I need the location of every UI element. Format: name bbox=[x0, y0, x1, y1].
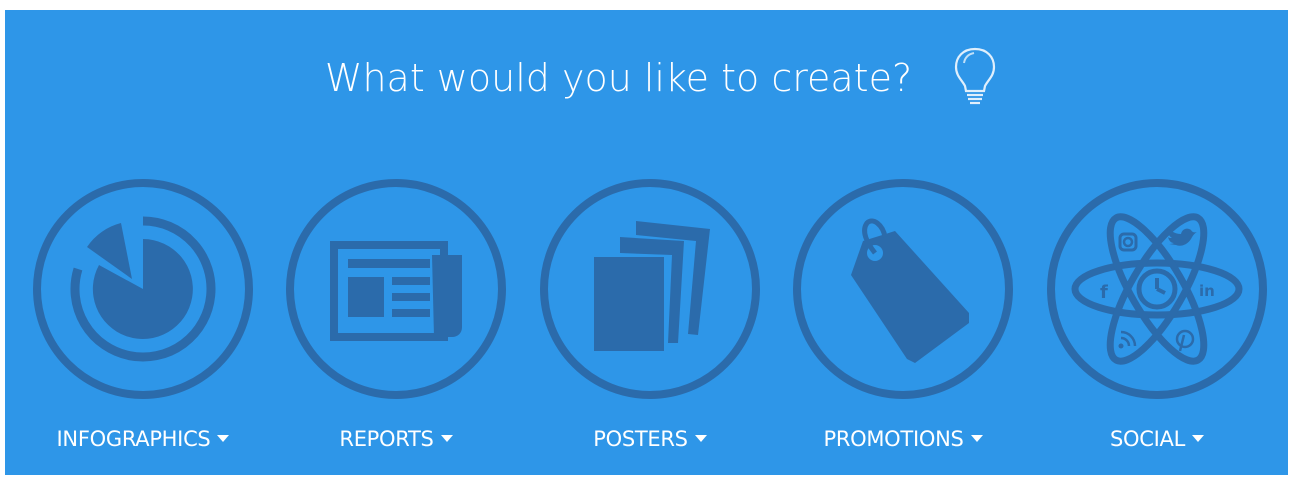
lightbulb-icon bbox=[955, 47, 996, 105]
option-promotions[interactable]: PROMOTIONS bbox=[783, 177, 1023, 467]
option-label[interactable]: INFOGRAPHICS bbox=[23, 427, 263, 451]
header: What would you like to create? bbox=[5, 47, 1288, 108]
caret-down-icon[interactable] bbox=[694, 434, 707, 442]
posters-icon bbox=[540, 179, 760, 399]
newspaper-icon bbox=[286, 179, 506, 399]
caret-down-icon[interactable] bbox=[1191, 434, 1204, 442]
option-social[interactable]: f in SOCIAL bbox=[1037, 177, 1277, 467]
option-label[interactable]: SOCIAL bbox=[1037, 427, 1277, 451]
page-title: What would you like to create? bbox=[324, 56, 913, 100]
caret-down-icon[interactable] bbox=[440, 434, 453, 442]
create-panel: What would you like to create? INFOGRAPH… bbox=[5, 10, 1288, 475]
option-posters[interactable]: POSTERS bbox=[530, 177, 770, 467]
svg-text:f: f bbox=[1100, 282, 1108, 303]
caret-down-icon[interactable] bbox=[970, 434, 983, 442]
pie-chart-icon bbox=[33, 179, 253, 399]
option-label[interactable]: REPORTS bbox=[276, 427, 516, 451]
option-label[interactable]: PROMOTIONS bbox=[783, 427, 1023, 451]
option-label[interactable]: POSTERS bbox=[530, 427, 770, 451]
caret-down-icon[interactable] bbox=[217, 434, 230, 442]
social-atom-icon: f in bbox=[1047, 179, 1267, 399]
option-infographics[interactable]: INFOGRAPHICS bbox=[23, 177, 263, 467]
create-options: INFOGRAPHICS REPORTS POSTERS PROMOTIONS … bbox=[5, 177, 1288, 477]
price-tag-icon bbox=[793, 179, 1013, 399]
option-reports[interactable]: REPORTS bbox=[276, 177, 516, 467]
svg-text:in: in bbox=[1199, 282, 1215, 300]
